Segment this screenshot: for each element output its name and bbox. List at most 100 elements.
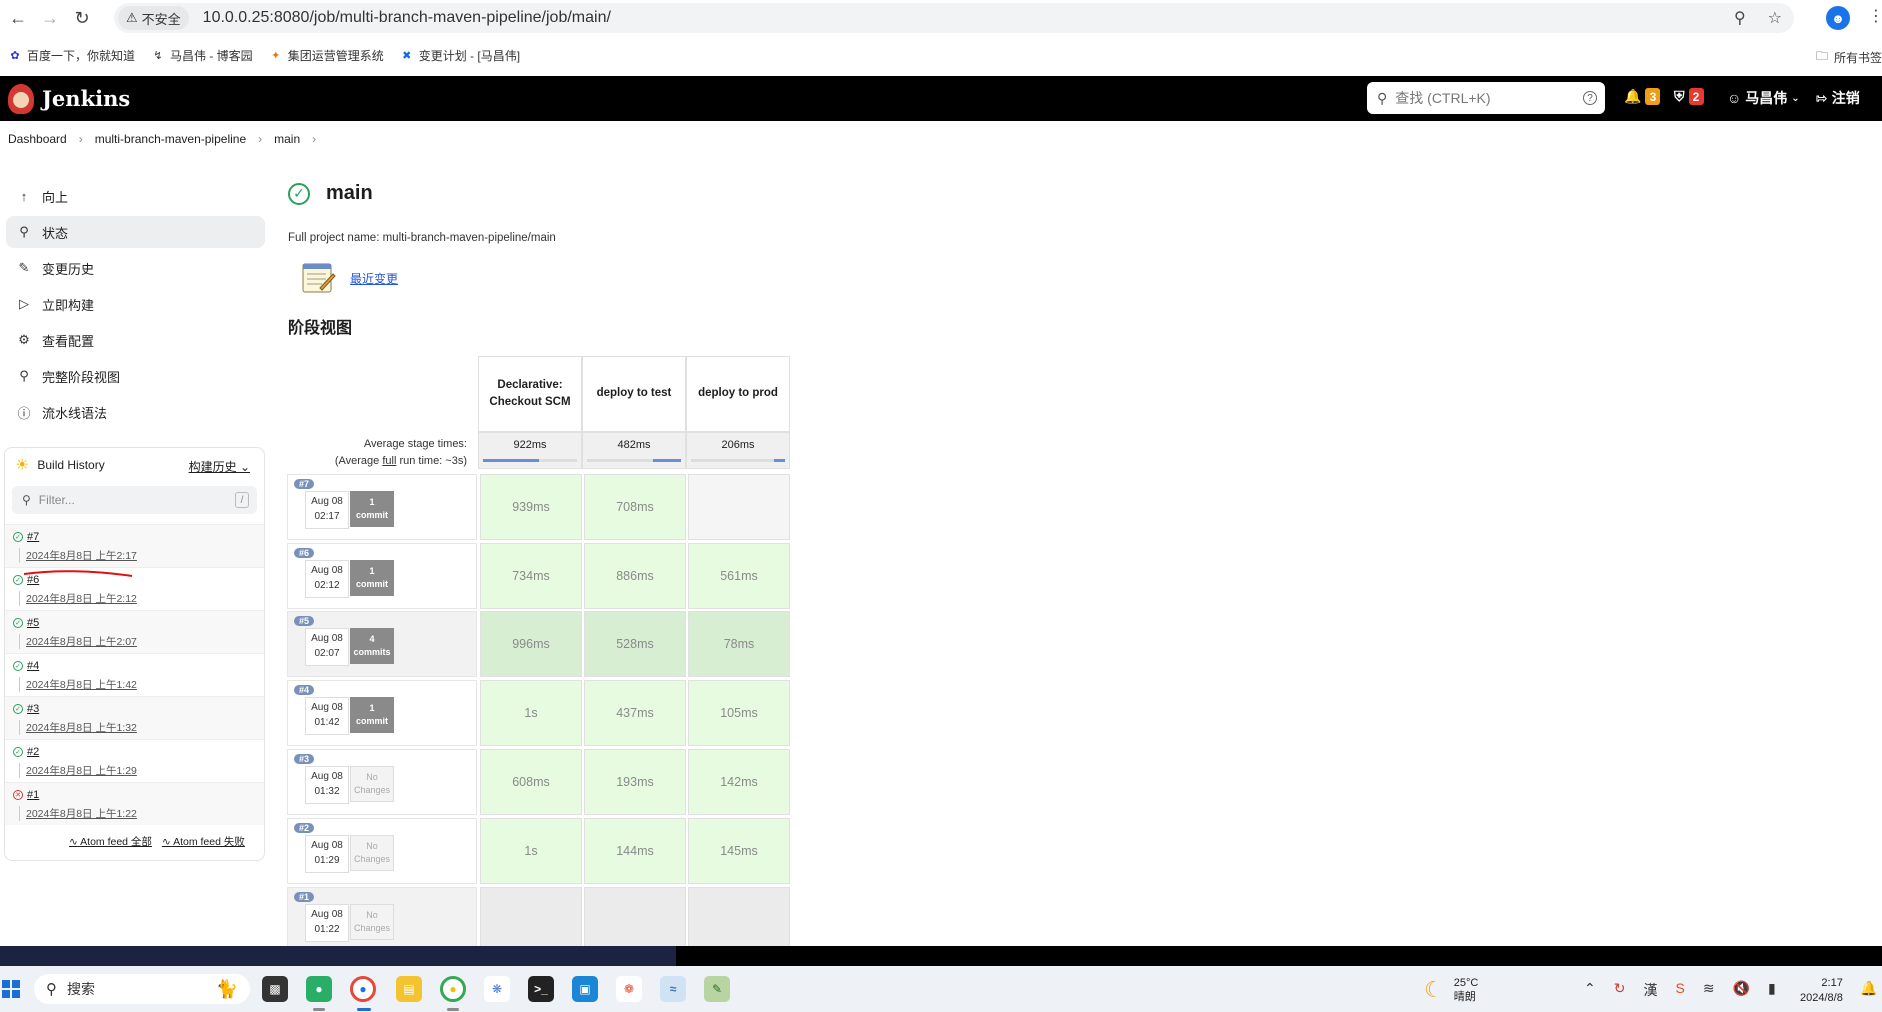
full-run-link[interactable]: full [382, 455, 396, 467]
taskbar: ⚲ 搜索 🐈 ▩ ● ● ▤ ● ❋ >_ ▣ ❁ ≈ ✎ ☾ 25°C 晴朗 ⌃… [0, 966, 1882, 1012]
stage-build-info[interactable]: #4 Aug 08 01:42 1 commit [287, 680, 477, 746]
stage-build-info[interactable]: #7 Aug 08 02:17 1 commit [287, 474, 477, 540]
stage-build-info[interactable]: #1 Aug 08 01:22 No Changes [287, 887, 477, 953]
stage-header: deploy to test [582, 356, 686, 432]
stage-cell[interactable]: 708ms [584, 474, 686, 540]
bookmark-cnblogs[interactable]: ↯ 马昌伟 - 博客园 [151, 47, 252, 64]
logout-button[interactable]: ⇰ 注销 [1816, 88, 1860, 108]
reload-icon[interactable]: ↻ [68, 4, 96, 32]
translate-icon[interactable]: 漢 [1643, 980, 1657, 1000]
changes-badge[interactable]: 1 commit [350, 560, 394, 596]
stage-cell[interactable]: 528ms [584, 611, 686, 677]
stage-build-info[interactable]: #5 Aug 08 02:07 4 commits [287, 611, 477, 677]
stage-build-info[interactable]: #6 Aug 08 02:12 1 commit [287, 543, 477, 609]
breadcrumb-pipeline[interactable]: multi-branch-maven-pipeline [95, 132, 246, 146]
task-full-stage-view[interactable]: ⚲ 完整阶段视图 [6, 360, 265, 392]
build-history-row[interactable]: ✓ #7 2024年8月8日 上午2:17 [5, 524, 264, 567]
stage-build-info[interactable]: #2 Aug 08 01:29 No Changes [287, 818, 477, 884]
profile-icon[interactable]: ☻ [1826, 6, 1850, 30]
breadcrumb-dashboard[interactable]: Dashboard [8, 132, 67, 146]
windows-start-icon[interactable] [2, 980, 20, 998]
battery-icon[interactable]: ▮ [1768, 980, 1776, 1000]
remote-desktop-icon[interactable]: ▣ [572, 976, 598, 1002]
help-icon[interactable]: ? [1583, 91, 1597, 105]
speaker-muted-icon[interactable]: 🔇 [1733, 980, 1750, 1000]
breadcrumb-main[interactable]: main [274, 132, 300, 146]
task-status[interactable]: ⚲ 状态 [6, 216, 265, 248]
task-configure[interactable]: ⚙ 查看配置 [6, 324, 265, 356]
changes-badge[interactable]: 4 commits [350, 628, 394, 664]
stage-cell[interactable]: 886ms [584, 543, 686, 609]
build-history-row[interactable]: ✓ #2 2024年8月8日 上午1:29 [5, 739, 264, 782]
stage-cell[interactable]: 193ms [584, 749, 686, 815]
insecure-indicator[interactable]: ⚠ 不安全 [118, 6, 189, 30]
bookmark-system[interactable]: ✦ 集团运营管理系统 [269, 47, 384, 64]
snail-app-icon[interactable]: ❁ [616, 976, 642, 1002]
weather-widget[interactable]: ☾ 25°C 晴朗 [1424, 976, 1478, 1005]
bookmark-confluence[interactable]: ✖ 变更计划 - [马昌伟] [400, 47, 520, 64]
chrome-icon[interactable]: ● [350, 976, 376, 1002]
task-build-now[interactable]: ▷ 立即构建 [6, 288, 265, 320]
forward-icon[interactable]: → [36, 4, 64, 32]
changes-badge[interactable]: 1 commit [350, 491, 394, 527]
stage-cell[interactable]: 561ms [688, 543, 790, 609]
help-icon: ⓘ [17, 405, 31, 421]
taskbar-search[interactable]: ⚲ 搜索 🐈 [34, 974, 250, 1004]
notification-bell-icon[interactable]: 🔔 [1860, 980, 1877, 997]
monitor-app-icon[interactable]: ≈ [660, 976, 686, 1002]
recent-changes-link[interactable]: 最近变更 [350, 270, 398, 287]
all-bookmarks[interactable]: 🗀 所有书签 [1816, 47, 1882, 68]
notepad-app-icon[interactable]: ✎ [704, 976, 730, 1002]
changes-badge: No Changes [350, 904, 394, 940]
zoom-icon[interactable]: ⚲ [1734, 8, 1746, 28]
stage-cell[interactable]: 78ms [688, 611, 790, 677]
wechat-icon[interactable]: ● [306, 976, 332, 1002]
user-menu[interactable]: ☺ 马昌伟 ⌄ [1727, 88, 1800, 108]
stage-cell[interactable]: 734ms [480, 543, 582, 609]
sogou-icon[interactable]: S [1675, 980, 1684, 1000]
task-up[interactable]: ↑ 向上 [6, 180, 265, 212]
network-app-icon[interactable]: ❋ [484, 976, 510, 1002]
stage-view-row: #2 Aug 08 01:29 No Changes 1s 144ms 145ms [287, 818, 793, 884]
notifications-button[interactable]: 🔔 3 [1624, 88, 1661, 105]
terminal-app-icon[interactable]: ▩ [262, 976, 288, 1002]
terminal-icon[interactable]: >_ [528, 976, 554, 1002]
url-text[interactable]: 10.0.0.25:8080/job/multi-branch-maven-pi… [203, 9, 611, 27]
stage-cell[interactable]: 105ms [688, 680, 790, 746]
stage-build-info[interactable]: #3 Aug 08 01:32 No Changes [287, 749, 477, 815]
build-filter-input[interactable]: ⚲ Filter... / [12, 486, 257, 514]
atom-feed-all-link[interactable]: ∿ Atom feed 全部 [69, 834, 152, 849]
stage-cell[interactable]: 939ms [480, 474, 582, 540]
security-button[interactable]: ⛨ 2 [1674, 88, 1704, 105]
build-history-row[interactable]: ✓ #3 2024年8月8日 上午1:32 [5, 696, 264, 739]
back-icon[interactable]: ← [4, 4, 32, 32]
build-trend-link[interactable]: 构建历史 ⌄ [189, 458, 250, 475]
build-history-row[interactable]: ✓ #4 2024年8月8日 上午1:42 [5, 653, 264, 696]
sync-icon[interactable]: ↻ [1614, 980, 1626, 1000]
chevron-up-icon[interactable]: ⌃ [1584, 980, 1596, 1000]
stage-cell[interactable]: 437ms [584, 680, 686, 746]
wifi-icon[interactable]: ≋ [1703, 980, 1715, 1000]
stage-cell[interactable]: 996ms [480, 611, 582, 677]
more-menu-icon[interactable]: ⋮ [1868, 6, 1882, 26]
task-changes[interactable]: ✎ 变更历史 [6, 252, 265, 284]
task-pipeline-syntax[interactable]: ⓘ 流水线语法 [6, 396, 265, 428]
stage-cell[interactable]: 142ms [688, 749, 790, 815]
build-history-row[interactable]: ✓ #5 2024年8月8日 上午2:07 [5, 610, 264, 653]
chrome-profile-icon[interactable]: ● [440, 976, 466, 1002]
changes-badge[interactable]: 1 commit [350, 697, 394, 733]
bookmark-baidu[interactable]: ✿ 百度一下，你就知道 [8, 47, 135, 64]
stage-cell[interactable]: 145ms [688, 818, 790, 884]
file-explorer-icon[interactable]: ▤ [396, 976, 422, 1002]
system-clock[interactable]: 2:17 2024/8/8 [1800, 976, 1843, 1006]
address-bar[interactable]: ⚠ 不安全 10.0.0.25:8080/job/multi-branch-ma… [114, 3, 1794, 33]
search-input[interactable]: ⚲ 查找 (CTRL+K) ? [1367, 82, 1605, 114]
star-icon[interactable]: ☆ [1768, 8, 1782, 28]
stage-cell[interactable]: 1s [480, 680, 582, 746]
stage-cell[interactable]: 608ms [480, 749, 582, 815]
stage-cell[interactable]: 144ms [584, 818, 686, 884]
stage-cell[interactable]: 1s [480, 818, 582, 884]
build-history-row[interactable]: ✕ #1 2024年8月8日 上午1:22 [5, 782, 264, 825]
jenkins-logo[interactable]: Jenkins [8, 83, 130, 114]
atom-feed-failed-link[interactable]: ∿ Atom feed 失败 [162, 834, 245, 849]
